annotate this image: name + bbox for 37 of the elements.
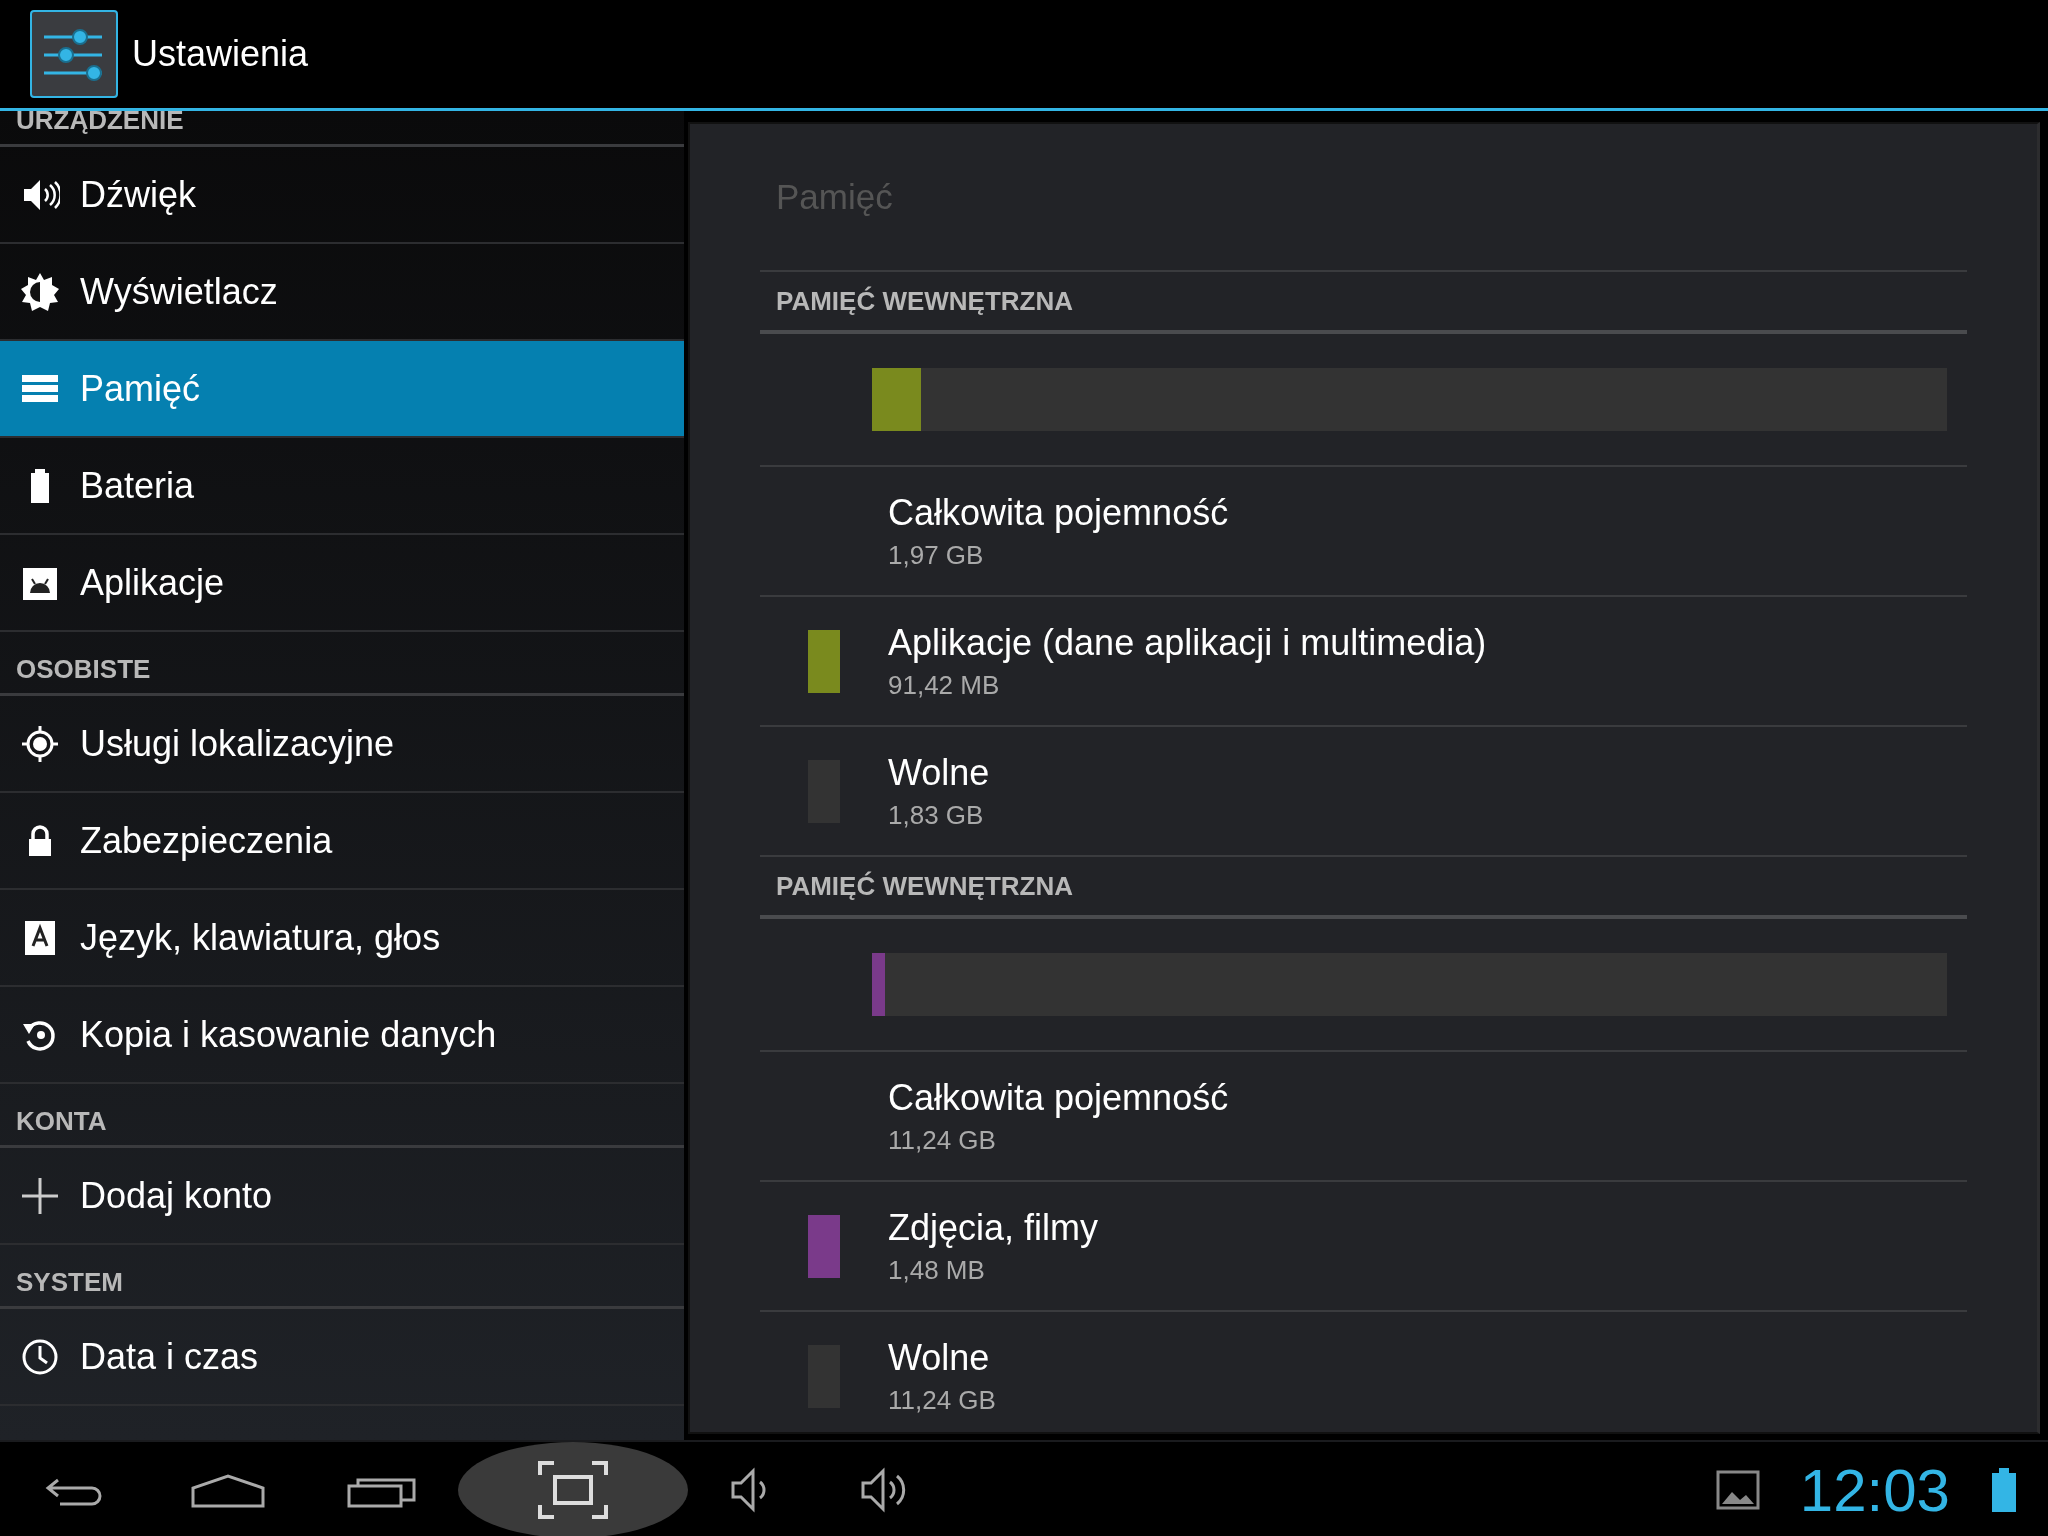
clock-time: 12:03 xyxy=(1799,1455,1950,1525)
settings-sliders-icon[interactable] xyxy=(30,10,118,98)
app-title: Ustawienia xyxy=(132,33,309,75)
screenshot-frame-icon xyxy=(537,1460,609,1520)
sidebar-item[interactable]: Bateria xyxy=(0,438,684,535)
section-header: OSOBISTE xyxy=(16,654,151,685)
sidebar-item[interactable]: Aplikacje xyxy=(0,535,684,632)
sidebar-item[interactable]: Dźwięk xyxy=(0,147,684,244)
storage-item-title: Całkowita pojemność xyxy=(888,491,1229,534)
storage-item-title: Wolne xyxy=(888,1336,991,1379)
section-header: URZĄDZENIE xyxy=(16,111,184,136)
storage-item-value: 1,48 MB xyxy=(888,1254,986,1286)
section-header: KONTA xyxy=(16,1106,107,1137)
storage-item-title: Zdjęcia, filmy xyxy=(888,1206,1099,1249)
storage-item-value: 11,24 GB xyxy=(888,1124,997,1156)
plus-icon xyxy=(20,1175,60,1216)
sidebar-item[interactable]: Usługi lokalizacyjne xyxy=(0,696,684,793)
section-header: PAMIĘĆ WEWNĘTRZNA xyxy=(776,285,1074,317)
storage-item-title: Aplikacje (dane aplikacji i multimedia) xyxy=(888,621,1487,664)
crosshair-icon xyxy=(20,723,60,764)
picture-notification-icon[interactable] xyxy=(1715,1470,1760,1510)
storage-item-value: 1,83 GB xyxy=(888,799,985,831)
sidebar-item[interactable]: Pamięć xyxy=(0,341,684,438)
section-header: PAMIĘĆ WEWNĘTRZNA xyxy=(776,870,1074,902)
storage-item-title: Wolne xyxy=(888,751,990,794)
battery-icon xyxy=(1990,1467,2018,1513)
storage-item-value: 91,42 MB xyxy=(888,669,1001,701)
storage-item-value: 1,97 GB xyxy=(888,539,985,571)
sidebar-item[interactable]: Zabezpieczenia xyxy=(0,793,684,890)
sidebar-item[interactable]: Dodaj konto xyxy=(0,1148,684,1245)
section-header: SYSTEM xyxy=(16,1267,123,1298)
sidebar-item[interactable]: Data i czas xyxy=(0,1309,684,1406)
storage-item-title: Całkowita pojemność xyxy=(888,1076,1229,1119)
storage-item-value: 11,24 GB xyxy=(888,1384,996,1416)
sidebar-item[interactable]: Język, klawiatura, głos xyxy=(0,890,684,987)
brightness-icon xyxy=(20,271,60,312)
sidebar-item[interactable]: Kopia i kasowanie danych xyxy=(0,987,684,1084)
